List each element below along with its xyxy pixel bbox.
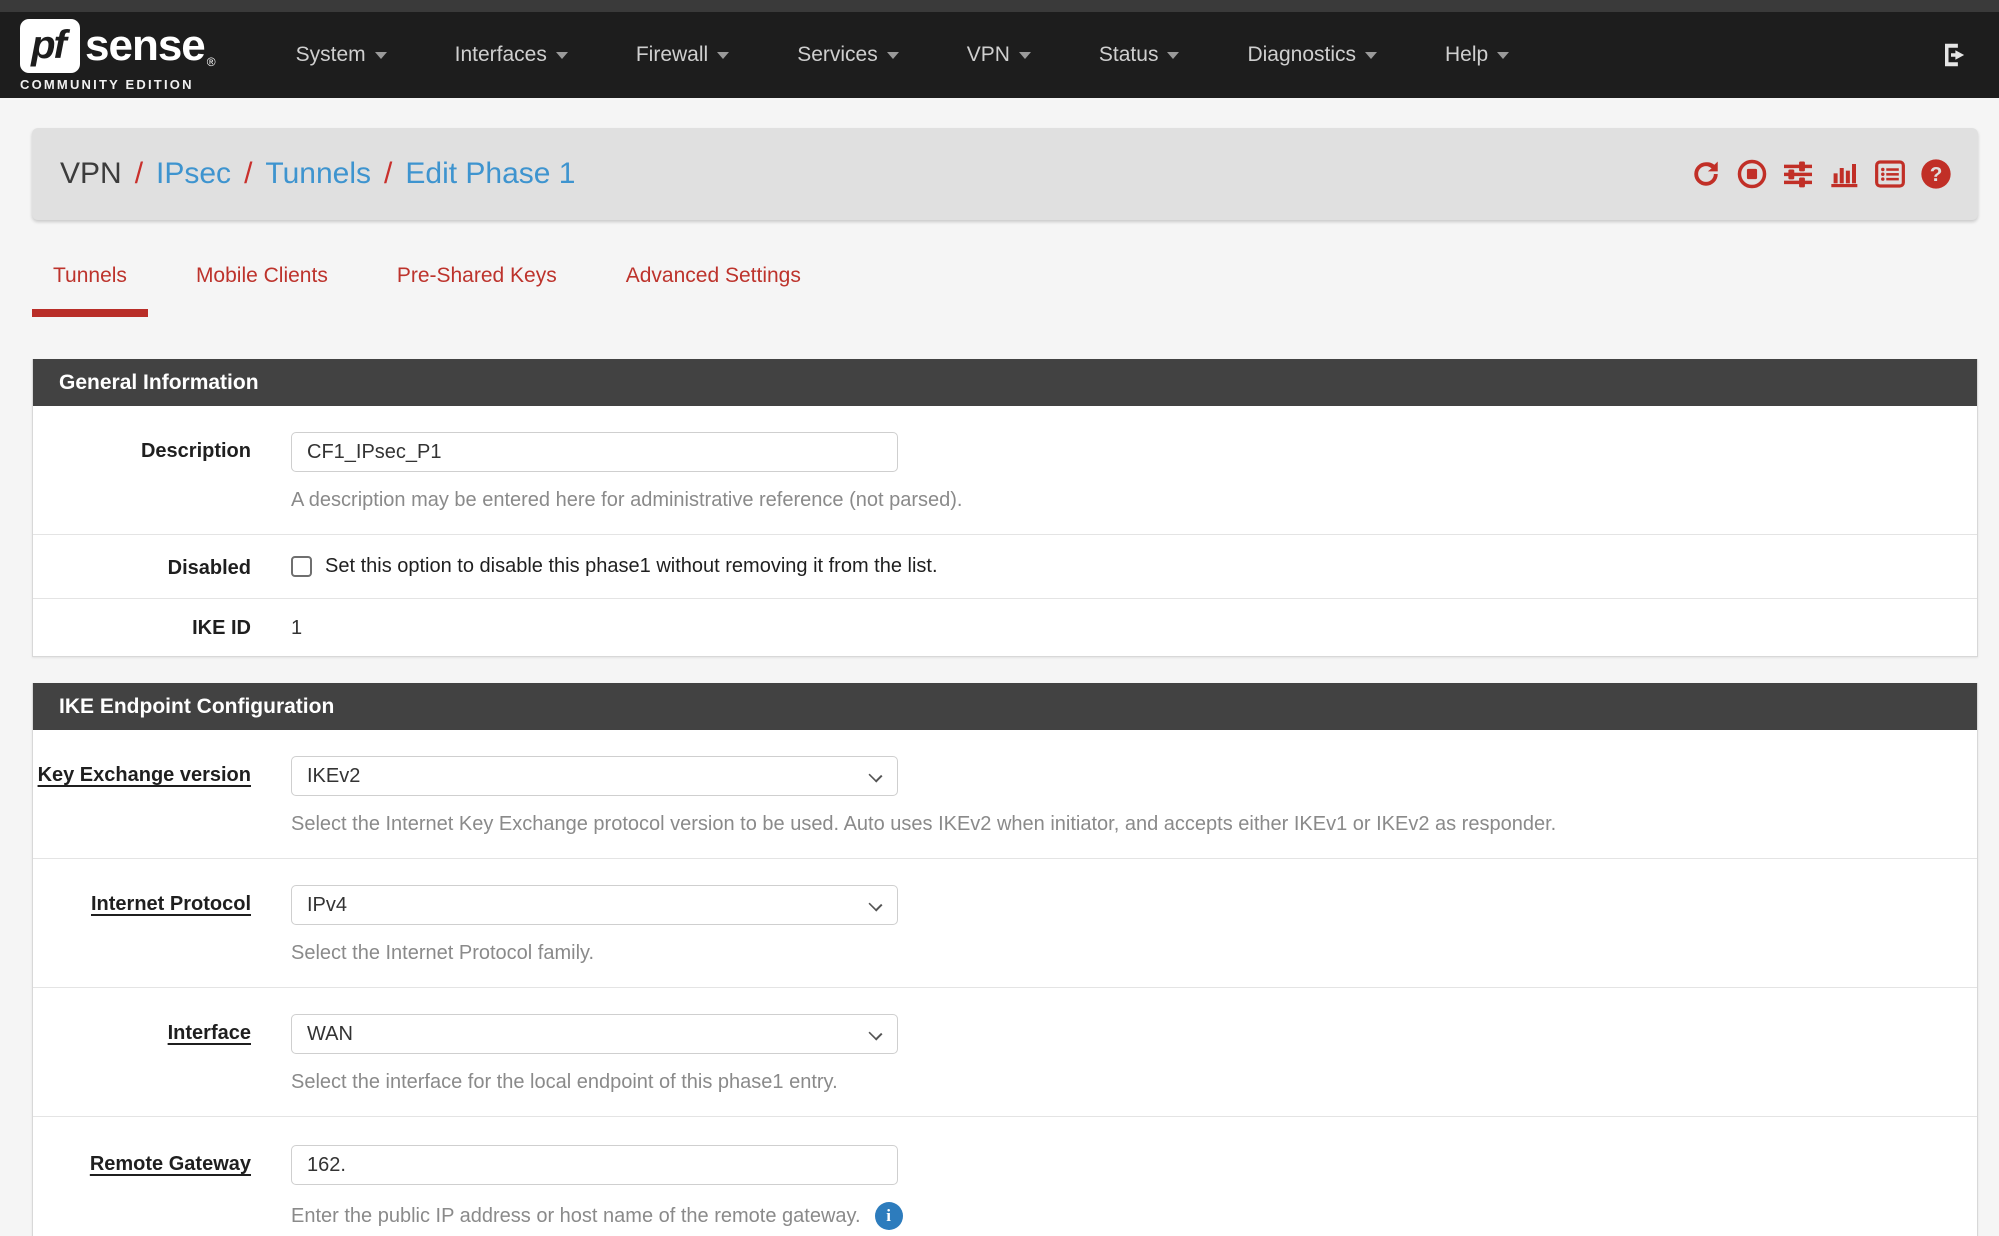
pf-logo-icon: pf — [20, 19, 80, 73]
chevron-down-icon — [868, 1026, 882, 1040]
description-label: Description — [33, 432, 251, 512]
chevron-down-icon — [375, 52, 387, 59]
nav-item-services[interactable]: Services — [763, 43, 933, 67]
chevron-down-icon — [887, 52, 899, 59]
description-row: Description A description may be entered… — [33, 406, 1977, 534]
window-top-strip — [0, 0, 1999, 12]
chevron-down-icon — [556, 52, 568, 59]
logo-sense-text: sense — [85, 21, 205, 71]
tab-tunnels[interactable]: Tunnels — [32, 264, 148, 317]
nav-item-system[interactable]: System — [262, 43, 421, 67]
nav-item-vpn[interactable]: VPN — [933, 43, 1065, 67]
breadcrumb-separator: / — [384, 157, 392, 191]
disabled-checkbox-label: Set this option to disable this phase1 w… — [325, 555, 938, 578]
interface-select[interactable]: WAN — [291, 1014, 898, 1054]
nav-item-firewall[interactable]: Firewall — [602, 43, 763, 67]
remote-gateway-label: Remote Gateway — [33, 1145, 251, 1230]
tab-bar: Tunnels Mobile Clients Pre-Shared Keys A… — [32, 264, 1978, 317]
general-information-panel: General Information Description A descri… — [32, 359, 1978, 657]
help-icon[interactable]: ? — [1920, 158, 1952, 190]
chevron-down-icon — [868, 768, 882, 782]
chevron-down-icon — [868, 897, 882, 911]
breadcrumb-vpn: VPN — [60, 157, 122, 191]
interface-help: Select the interface for the local endpo… — [291, 1071, 898, 1094]
internet-protocol-select[interactable]: IPv4 — [291, 885, 898, 925]
nav-menu: System Interfaces Firewall Services VPN … — [262, 43, 1941, 67]
refresh-icon[interactable] — [1690, 158, 1722, 190]
logo-subtitle: COMMUNITY EDITION — [20, 77, 216, 92]
stop-circle-icon[interactable] — [1736, 158, 1768, 190]
internet-protocol-help: Select the Internet Protocol family. — [291, 942, 898, 965]
logo-pf-text: pf — [31, 23, 69, 68]
internet-protocol-label: Internet Protocol — [33, 885, 251, 965]
interface-label: Interface — [33, 1014, 251, 1094]
ike-id-row: IKE ID 1 — [33, 598, 1977, 656]
breadcrumb-actions: ? — [1690, 158, 1952, 190]
info-icon[interactable]: i — [875, 1202, 903, 1230]
main-navbar: pf sense ® COMMUNITY EDITION System Inte… — [0, 12, 1999, 98]
disabled-label: Disabled — [33, 555, 251, 580]
pfsense-logo[interactable]: pf sense ® COMMUNITY EDITION — [20, 19, 216, 92]
chevron-down-icon — [1365, 52, 1377, 59]
chevron-down-icon — [1167, 52, 1179, 59]
disabled-checkbox[interactable] — [291, 556, 312, 577]
breadcrumb-separator: / — [135, 157, 143, 191]
panel-title-general-information: General Information — [33, 359, 1977, 406]
nav-item-diagnostics[interactable]: Diagnostics — [1213, 43, 1411, 67]
list-icon[interactable] — [1874, 158, 1906, 190]
panel-title-ike-endpoint: IKE Endpoint Configuration — [33, 683, 1977, 730]
page-content: VPN / IPsec / Tunnels / Edit Phase 1 — [0, 128, 1999, 1236]
nav-item-interfaces[interactable]: Interfaces — [421, 43, 602, 67]
internet-protocol-row: Internet Protocol IPv4 Select the Intern… — [33, 858, 1977, 987]
breadcrumb: VPN / IPsec / Tunnels / Edit Phase 1 — [60, 157, 576, 191]
chevron-down-icon — [1019, 52, 1031, 59]
key-exchange-label: Key Exchange version — [33, 756, 251, 836]
interface-row: Interface WAN Select the interface for t… — [33, 987, 1977, 1116]
logo-registered-mark: ® — [207, 55, 216, 69]
breadcrumb-tunnels-link[interactable]: Tunnels — [265, 157, 371, 191]
nav-item-help[interactable]: Help — [1411, 43, 1543, 67]
interface-value: WAN — [307, 1023, 353, 1046]
key-exchange-select[interactable]: IKEv2 — [291, 756, 898, 796]
breadcrumb-edit-phase1-link[interactable]: Edit Phase 1 — [405, 157, 575, 191]
breadcrumb-separator: / — [244, 157, 252, 191]
tab-pre-shared-keys[interactable]: Pre-Shared Keys — [376, 264, 578, 317]
nav-item-status[interactable]: Status — [1065, 43, 1214, 67]
chevron-down-icon — [1497, 52, 1509, 59]
description-help: A description may be entered here for ad… — [291, 489, 962, 512]
disabled-row: Disabled Set this option to disable this… — [33, 534, 1977, 598]
key-exchange-row: Key Exchange version IKEv2 Select the In… — [33, 730, 1977, 858]
bar-chart-icon[interactable] — [1828, 158, 1860, 190]
breadcrumb-bar: VPN / IPsec / Tunnels / Edit Phase 1 — [32, 128, 1978, 220]
key-exchange-value: IKEv2 — [307, 765, 360, 788]
ike-endpoint-panel: IKE Endpoint Configuration Key Exchange … — [32, 683, 1978, 1236]
remote-gateway-help: Enter the public IP address or host name… — [291, 1205, 861, 1228]
description-input[interactable] — [291, 432, 898, 472]
key-exchange-help: Select the Internet Key Exchange protoco… — [291, 813, 1556, 836]
internet-protocol-value: IPv4 — [307, 894, 347, 917]
sign-out-icon[interactable] — [1941, 40, 1971, 70]
chevron-down-icon — [717, 52, 729, 59]
ike-id-label: IKE ID — [33, 615, 251, 640]
ike-id-value: 1 — [291, 615, 302, 640]
remote-gateway-input[interactable] — [291, 1145, 898, 1185]
tab-mobile-clients[interactable]: Mobile Clients — [175, 264, 349, 317]
sliders-icon[interactable] — [1782, 158, 1814, 190]
remote-gateway-row: Remote Gateway Enter the public IP addre… — [33, 1116, 1977, 1236]
breadcrumb-ipsec-link[interactable]: IPsec — [156, 157, 231, 191]
tab-advanced-settings[interactable]: Advanced Settings — [605, 264, 822, 317]
svg-text:?: ? — [1930, 163, 1943, 186]
